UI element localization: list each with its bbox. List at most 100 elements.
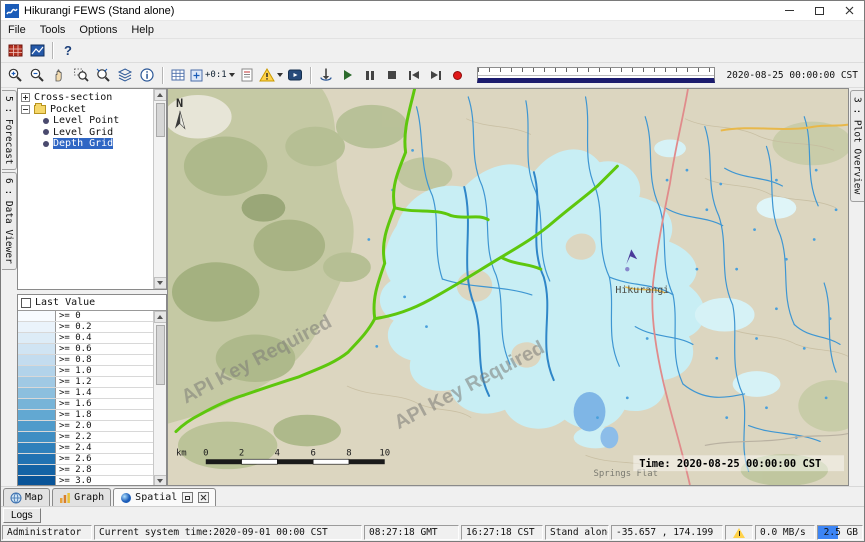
bottom-tab-bar: Map Graph Spatial (1, 486, 864, 506)
restore-icon (185, 496, 190, 500)
legend-color-swatch (18, 322, 56, 332)
tree-scrollbar[interactable] (153, 89, 166, 289)
skip-to-end-button[interactable] (425, 65, 447, 85)
zoom-out-button[interactable] (26, 65, 48, 85)
skip-to-start-button[interactable] (403, 65, 425, 85)
animation-display-button[interactable] (284, 65, 306, 85)
layer-dot-icon (43, 129, 49, 135)
current-datetime: 2020-08-25 00:00:00 CST (723, 70, 861, 81)
menu-tools[interactable]: Tools (33, 21, 73, 38)
status-mode: Stand alone (545, 525, 609, 540)
scroll-thumb[interactable] (156, 325, 165, 385)
legend-row: >= 1.0 (18, 366, 153, 377)
legend-label: >= 1.4 (56, 388, 92, 398)
record-button[interactable] (447, 65, 469, 85)
grid-icon (170, 67, 186, 83)
play-button[interactable] (337, 65, 359, 85)
warnings-dropdown[interactable] (258, 65, 284, 85)
longitudinal-profile-button[interactable] (236, 65, 258, 85)
menu-options[interactable]: Options (72, 21, 124, 38)
legend-color-swatch (18, 344, 56, 354)
scroll-up-icon[interactable] (154, 89, 167, 101)
tab-data-viewer[interactable]: 6 : Data Viewer (2, 172, 17, 270)
timeline-slider[interactable] (477, 67, 716, 83)
tab-graph[interactable]: Graph (52, 488, 111, 506)
minimize-button[interactable] (774, 1, 804, 20)
legend-body: >= 0 >= 0.2 >= 0.4 >= 0.6 >= 0.8 >= 1.0 … (18, 311, 166, 486)
export-animation-button[interactable] (315, 65, 337, 85)
tab-plot-overview[interactable]: 3 : Plot Overview (850, 90, 864, 202)
legend-color-swatch (18, 355, 56, 365)
title-bar[interactable]: Hikurangi FEWS (Stand alone) (1, 1, 864, 21)
scroll-thumb[interactable] (156, 103, 165, 137)
map-toolbar: +0:1 2020-08-25 00:00:00 CST (1, 63, 864, 88)
menu-file[interactable]: File (1, 21, 33, 38)
legend-row: >= 0.8 (18, 355, 153, 366)
main-area: 5 : Forecast 6 : Data Viewer Cross-secti… (1, 88, 864, 486)
info-button[interactable] (136, 65, 158, 85)
warning-icon (733, 528, 745, 538)
maximize-button[interactable] (804, 1, 834, 20)
legend-color-swatch (18, 476, 56, 486)
tree-node-pocket[interactable]: Pocket (21, 104, 151, 116)
last-value-checkbox[interactable] (21, 298, 31, 308)
zoom-box-button[interactable] (70, 65, 92, 85)
zoom-in-button[interactable] (4, 65, 26, 85)
logs-button[interactable]: Logs (3, 508, 41, 523)
scroll-down-icon[interactable] (154, 475, 167, 486)
legend-label: >= 0.2 (56, 322, 92, 332)
tab-map[interactable]: Map (3, 488, 50, 506)
place-label-hikurangi: Hikurangi (615, 285, 669, 296)
zoom-box-icon (73, 67, 89, 83)
collapse-minus-icon[interactable] (21, 105, 30, 114)
help-button[interactable]: ? (57, 41, 79, 61)
expand-plus-icon[interactable] (21, 93, 30, 102)
legend-label: >= 3.0 (56, 476, 92, 486)
maximize-icon (815, 7, 824, 15)
interval-value: +0:1 (205, 70, 227, 80)
legend-color-swatch (18, 333, 56, 343)
close-button[interactable] (834, 1, 864, 20)
status-warning[interactable] (725, 525, 753, 540)
stop-button[interactable] (381, 65, 403, 85)
zoom-extent-button[interactable] (92, 65, 114, 85)
tree-node-label: Level Grid (53, 127, 113, 138)
legend-scrollbar[interactable] (153, 311, 166, 486)
map-canvas[interactable]: API Key Required API Key Required Hikura… (168, 89, 848, 485)
tree-node-level-point[interactable]: Level Point (21, 115, 151, 127)
layers-button[interactable] (114, 65, 136, 85)
toolbar-separator (52, 42, 53, 59)
scroll-down-icon[interactable] (154, 277, 167, 289)
tree-node-depth-grid[interactable]: Depth Grid (21, 138, 151, 150)
tree-node-level-grid[interactable]: Level Grid (21, 127, 151, 139)
grid-display-button[interactable] (167, 65, 189, 85)
tab-label: Graph (74, 492, 104, 503)
tree-node-label: Depth Grid (53, 138, 113, 149)
menu-help[interactable]: Help (124, 21, 161, 38)
scroll-up-icon[interactable] (154, 311, 167, 323)
tab-spatial[interactable]: Spatial (113, 488, 216, 506)
legend-row: >= 1.8 (18, 410, 153, 421)
time-interval-dropdown[interactable]: +0:1 (189, 65, 236, 85)
globe-icon (10, 492, 22, 504)
status-memory: 2.5 GB (817, 525, 863, 540)
panel-close-button[interactable] (198, 492, 209, 503)
logs-row: Logs (1, 506, 864, 524)
legend-row: >= 2.6 (18, 454, 153, 465)
explorer-button[interactable] (26, 41, 48, 61)
map-time-label: Time: 2020-08-25 00:00:00 CST (633, 455, 844, 471)
legend-header: Last Value (18, 295, 166, 311)
pan-button[interactable] (48, 65, 70, 85)
help-icon: ? (64, 43, 72, 58)
legend-color-swatch (18, 432, 56, 442)
legend-label: >= 2.8 (56, 465, 92, 475)
legend-row: >= 1.2 (18, 377, 153, 388)
tree-node-label: Cross-section (34, 92, 112, 103)
tab-forecast[interactable]: 5 : Forecast (2, 90, 17, 170)
scale-tick: 4 (275, 448, 280, 458)
legend-row: >= 2.0 (18, 421, 153, 432)
status-local-time: 16:27:18 CST (461, 525, 543, 540)
panel-restore-button[interactable] (182, 492, 193, 503)
database-button[interactable] (4, 41, 26, 61)
pause-button[interactable] (359, 65, 381, 85)
